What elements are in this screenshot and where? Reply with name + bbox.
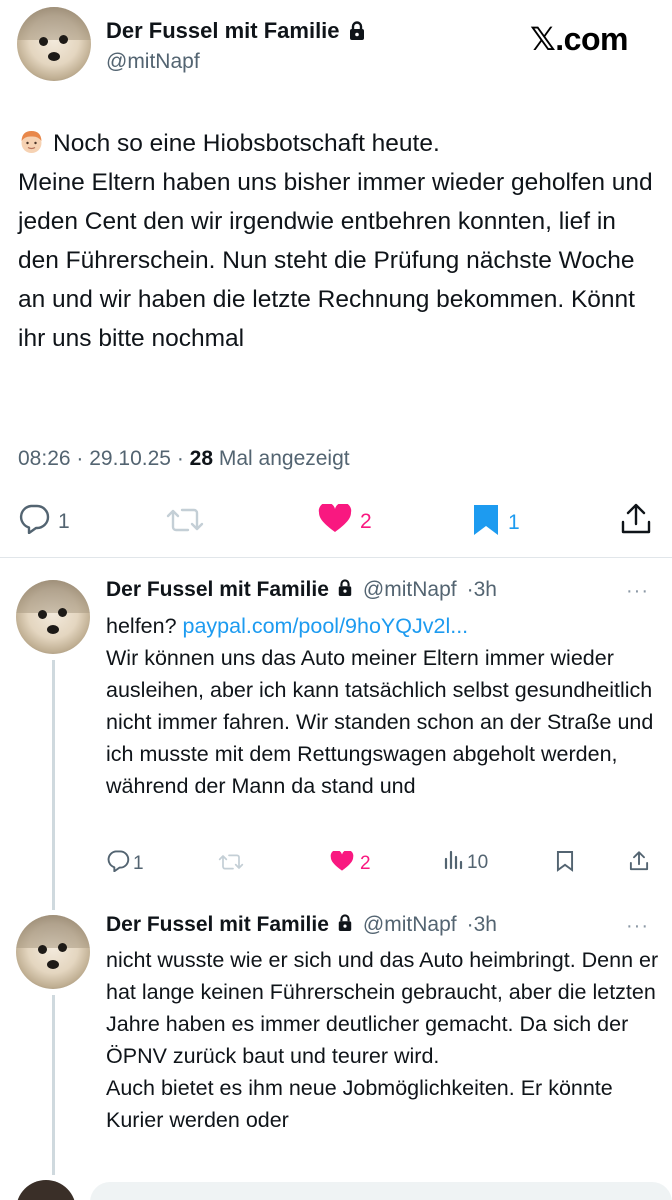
- reply-avatar[interactable]: [16, 580, 90, 654]
- reply-count: 1: [58, 509, 70, 533]
- author-avatar[interactable]: [17, 7, 91, 81]
- share-icon: [620, 502, 652, 541]
- share-button[interactable]: [620, 502, 652, 541]
- reply-display-name[interactable]: Der Fussel mit Familie: [106, 578, 329, 602]
- reply-age[interactable]: 3h: [474, 913, 497, 937]
- reply-button[interactable]: 1: [106, 850, 144, 877]
- author-handle[interactable]: @mitNapf: [106, 50, 200, 74]
- like-button[interactable]: 2: [318, 502, 372, 539]
- reply-icon: [106, 850, 130, 877]
- repost-button[interactable]: [164, 505, 206, 540]
- reply-body: Wir können uns das Auto meiner Eltern im…: [106, 646, 654, 798]
- compose-reply-box[interactable]: [90, 1182, 672, 1200]
- bookmark-button[interactable]: [556, 850, 574, 877]
- repost-icon: [164, 505, 206, 540]
- lock-icon: [337, 913, 353, 937]
- reply-display-name[interactable]: Der Fussel mit Familie: [106, 913, 329, 937]
- author-display-name[interactable]: Der Fussel mit Familie: [106, 18, 340, 43]
- thread-line: [52, 995, 55, 1175]
- repost-icon: [217, 852, 245, 877]
- bookmark-button[interactable]: 1: [472, 503, 520, 542]
- divider: [0, 557, 672, 558]
- repost-button[interactable]: [217, 852, 245, 877]
- reply-header: Der Fussel mit Familie @mitNapf · 3h: [106, 578, 497, 602]
- author-name-row[interactable]: Der Fussel mit Familie: [106, 18, 366, 46]
- person-face-emoji-icon: [18, 128, 45, 155]
- separator-dot: ·: [466, 578, 474, 601]
- views-count: 28: [189, 447, 214, 470]
- bookmark-icon: [556, 850, 574, 877]
- lock-icon: [348, 21, 366, 46]
- reply-age[interactable]: 3h: [474, 578, 497, 602]
- paypal-link[interactable]: paypal.com/pool/9hoYQJv2l...: [183, 614, 469, 638]
- tweet-text-first-line: Noch so eine Hiobsbotschaft heute.: [53, 130, 440, 157]
- tweet-text: Noch so eine Hiobsbotschaft heute. Meine…: [18, 124, 658, 358]
- tweet-date[interactable]: 29.10.25: [89, 447, 171, 470]
- tweet-time[interactable]: 08:26: [18, 447, 71, 470]
- more-options-icon[interactable]: ···: [626, 580, 649, 603]
- analytics-icon: [443, 850, 463, 875]
- more-options-icon[interactable]: ···: [626, 915, 649, 938]
- views-label: Mal angezeigt: [218, 447, 350, 470]
- heart-filled-icon: [330, 849, 354, 877]
- separator-dot: ·: [466, 913, 474, 936]
- reply-button[interactable]: 1: [18, 504, 70, 539]
- current-user-avatar[interactable]: [16, 1180, 76, 1200]
- bookmark-filled-icon: [472, 503, 500, 542]
- reply-count: 1: [133, 852, 144, 874]
- tweet-meta: 08:26 · 29.10.25 · 28 Mal angezeigt: [18, 447, 350, 470]
- like-count: 2: [360, 509, 372, 533]
- heart-filled-icon: [318, 502, 352, 539]
- lock-icon: [337, 578, 353, 602]
- share-button[interactable]: [629, 850, 649, 877]
- thread-line: [52, 660, 55, 910]
- tweet-text-body: Meine Eltern haben uns bisher immer wied…: [18, 169, 653, 352]
- x-com-logo: 𝕏.com: [530, 21, 628, 57]
- views-count: 10: [467, 851, 489, 873]
- like-count: 2: [360, 853, 371, 874]
- views-button[interactable]: 10: [443, 850, 488, 875]
- share-icon: [629, 850, 649, 877]
- reply-handle[interactable]: @mitNapf: [363, 913, 457, 937]
- reply-header: Der Fussel mit Familie @mitNapf · 3h: [106, 913, 497, 937]
- reply-link-prefix: helfen?: [106, 614, 183, 638]
- reply-text: helfen? paypal.com/pool/9hoYQJv2l... Wir…: [106, 610, 666, 802]
- bookmark-count: 1: [508, 510, 520, 534]
- like-button[interactable]: 2: [330, 849, 371, 877]
- reply-icon: [18, 504, 50, 539]
- reply-handle[interactable]: @mitNapf: [363, 578, 457, 602]
- reply-text: nicht wusste wie er sich und das Auto he…: [106, 948, 659, 1132]
- reply-avatar[interactable]: [16, 915, 90, 989]
